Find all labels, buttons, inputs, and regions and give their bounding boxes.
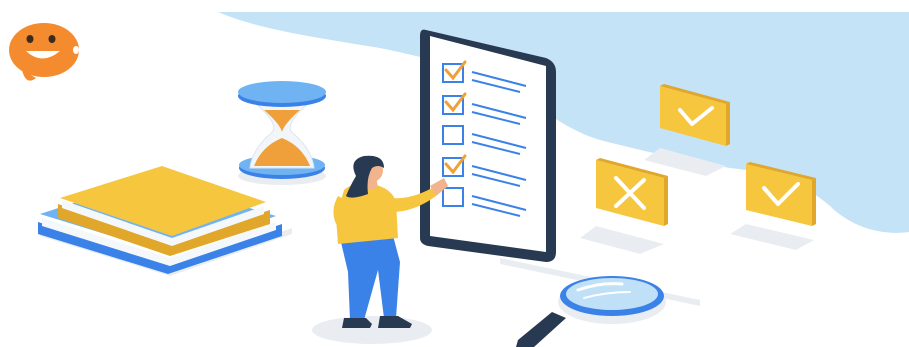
cross-card-icon — [580, 158, 668, 254]
check-card-icon — [730, 162, 816, 250]
hourglass-icon — [238, 81, 326, 185]
quiz-checklist-illustration — [9, 12, 909, 347]
mascot-icon — [9, 23, 79, 81]
magnifier-icon — [516, 276, 666, 347]
